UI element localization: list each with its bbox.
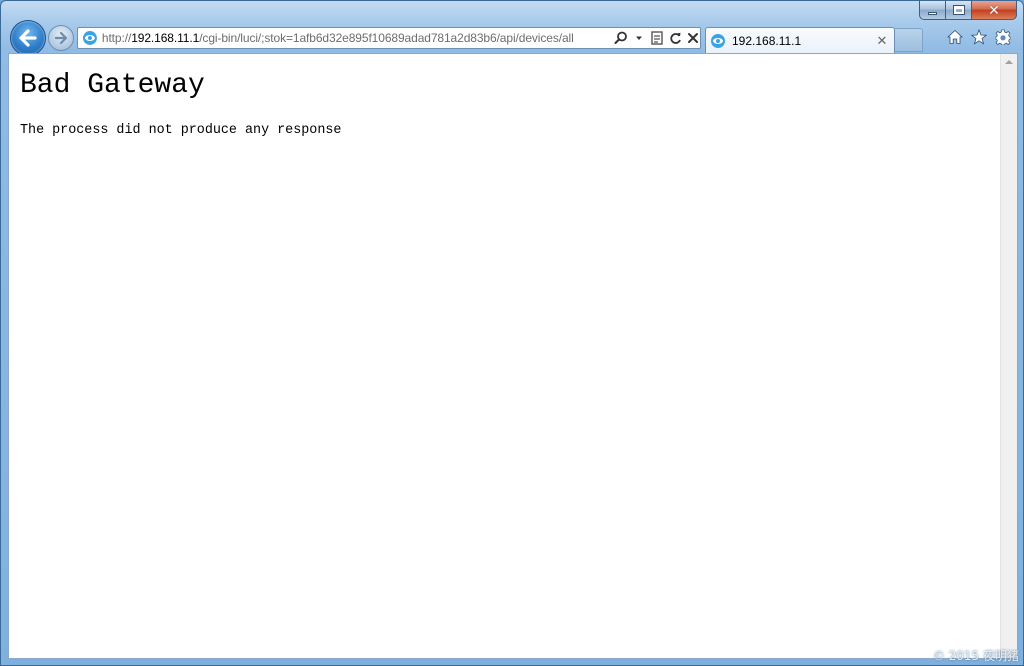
dropdown-icon: [636, 36, 642, 40]
window-caption-buttons: ✕: [919, 1, 1017, 21]
minimize-icon: [928, 11, 937, 15]
settings-button[interactable]: [995, 29, 1011, 45]
vertical-scrollbar[interactable]: [1000, 54, 1017, 658]
favorites-star-icon: [971, 29, 987, 45]
url-path: /cgi-bin/luci/;stok=1afb6d32e895f10689ad…: [199, 31, 574, 45]
maximize-icon: [952, 5, 965, 15]
close-icon: ✕: [988, 2, 1000, 18]
tab-site-icon: [711, 33, 725, 48]
toolbar-icons: [947, 29, 1011, 45]
url-prefix: http://: [101, 31, 132, 45]
site-icon: [82, 31, 97, 45]
refresh-button[interactable]: [668, 30, 682, 46]
address-bar[interactable]: http://192.168.11.1/cgi-bin/luci/;stok=1…: [77, 27, 701, 49]
stop-button[interactable]: [686, 30, 700, 46]
maximize-button[interactable]: [946, 1, 972, 20]
new-tab-button[interactable]: [895, 28, 923, 52]
browser-window: ✕ http://192.168.11.1/cgi-bin/luci/;stok…: [0, 0, 1024, 666]
tab-close-icon[interactable]: ✕: [874, 33, 890, 49]
compatibility-view-button[interactable]: [650, 30, 664, 46]
page-body: Bad Gateway The process did not produce …: [9, 54, 1001, 658]
page-heading: Bad Gateway: [20, 70, 205, 101]
url-text[interactable]: http://192.168.11.1/cgi-bin/luci/;stok=1…: [102, 31, 608, 45]
back-button[interactable]: [10, 20, 46, 56]
back-arrow-icon: [19, 29, 37, 47]
page-viewport: Bad Gateway The process did not produce …: [8, 53, 1018, 659]
url-host: 192.168.11.1: [131, 31, 200, 45]
page-message: The process did not produce any response: [20, 123, 342, 138]
address-dropdown-button[interactable]: [632, 30, 646, 46]
favorites-button[interactable]: [971, 29, 987, 45]
watermark: © 2015 夜明猪: [932, 649, 1019, 663]
compatibility-icon: [651, 31, 663, 45]
search-icon: [614, 31, 627, 44]
scroll-up-arrow-icon[interactable]: [1005, 60, 1013, 64]
minimize-button[interactable]: [919, 1, 946, 20]
forward-button[interactable]: [48, 25, 74, 51]
address-tools: [614, 30, 700, 46]
forward-arrow-icon: [54, 31, 68, 45]
close-window-button[interactable]: ✕: [972, 1, 1017, 20]
stop-icon: [688, 33, 698, 43]
refresh-icon: [669, 32, 681, 44]
settings-gear-icon: [995, 29, 1011, 45]
tab-title: 192.168.11.1: [732, 33, 802, 48]
home-icon: [947, 29, 963, 44]
tab-active[interactable]: 192.168.11.1 ✕: [705, 27, 895, 53]
home-button[interactable]: [947, 29, 963, 45]
search-button[interactable]: [614, 30, 628, 46]
